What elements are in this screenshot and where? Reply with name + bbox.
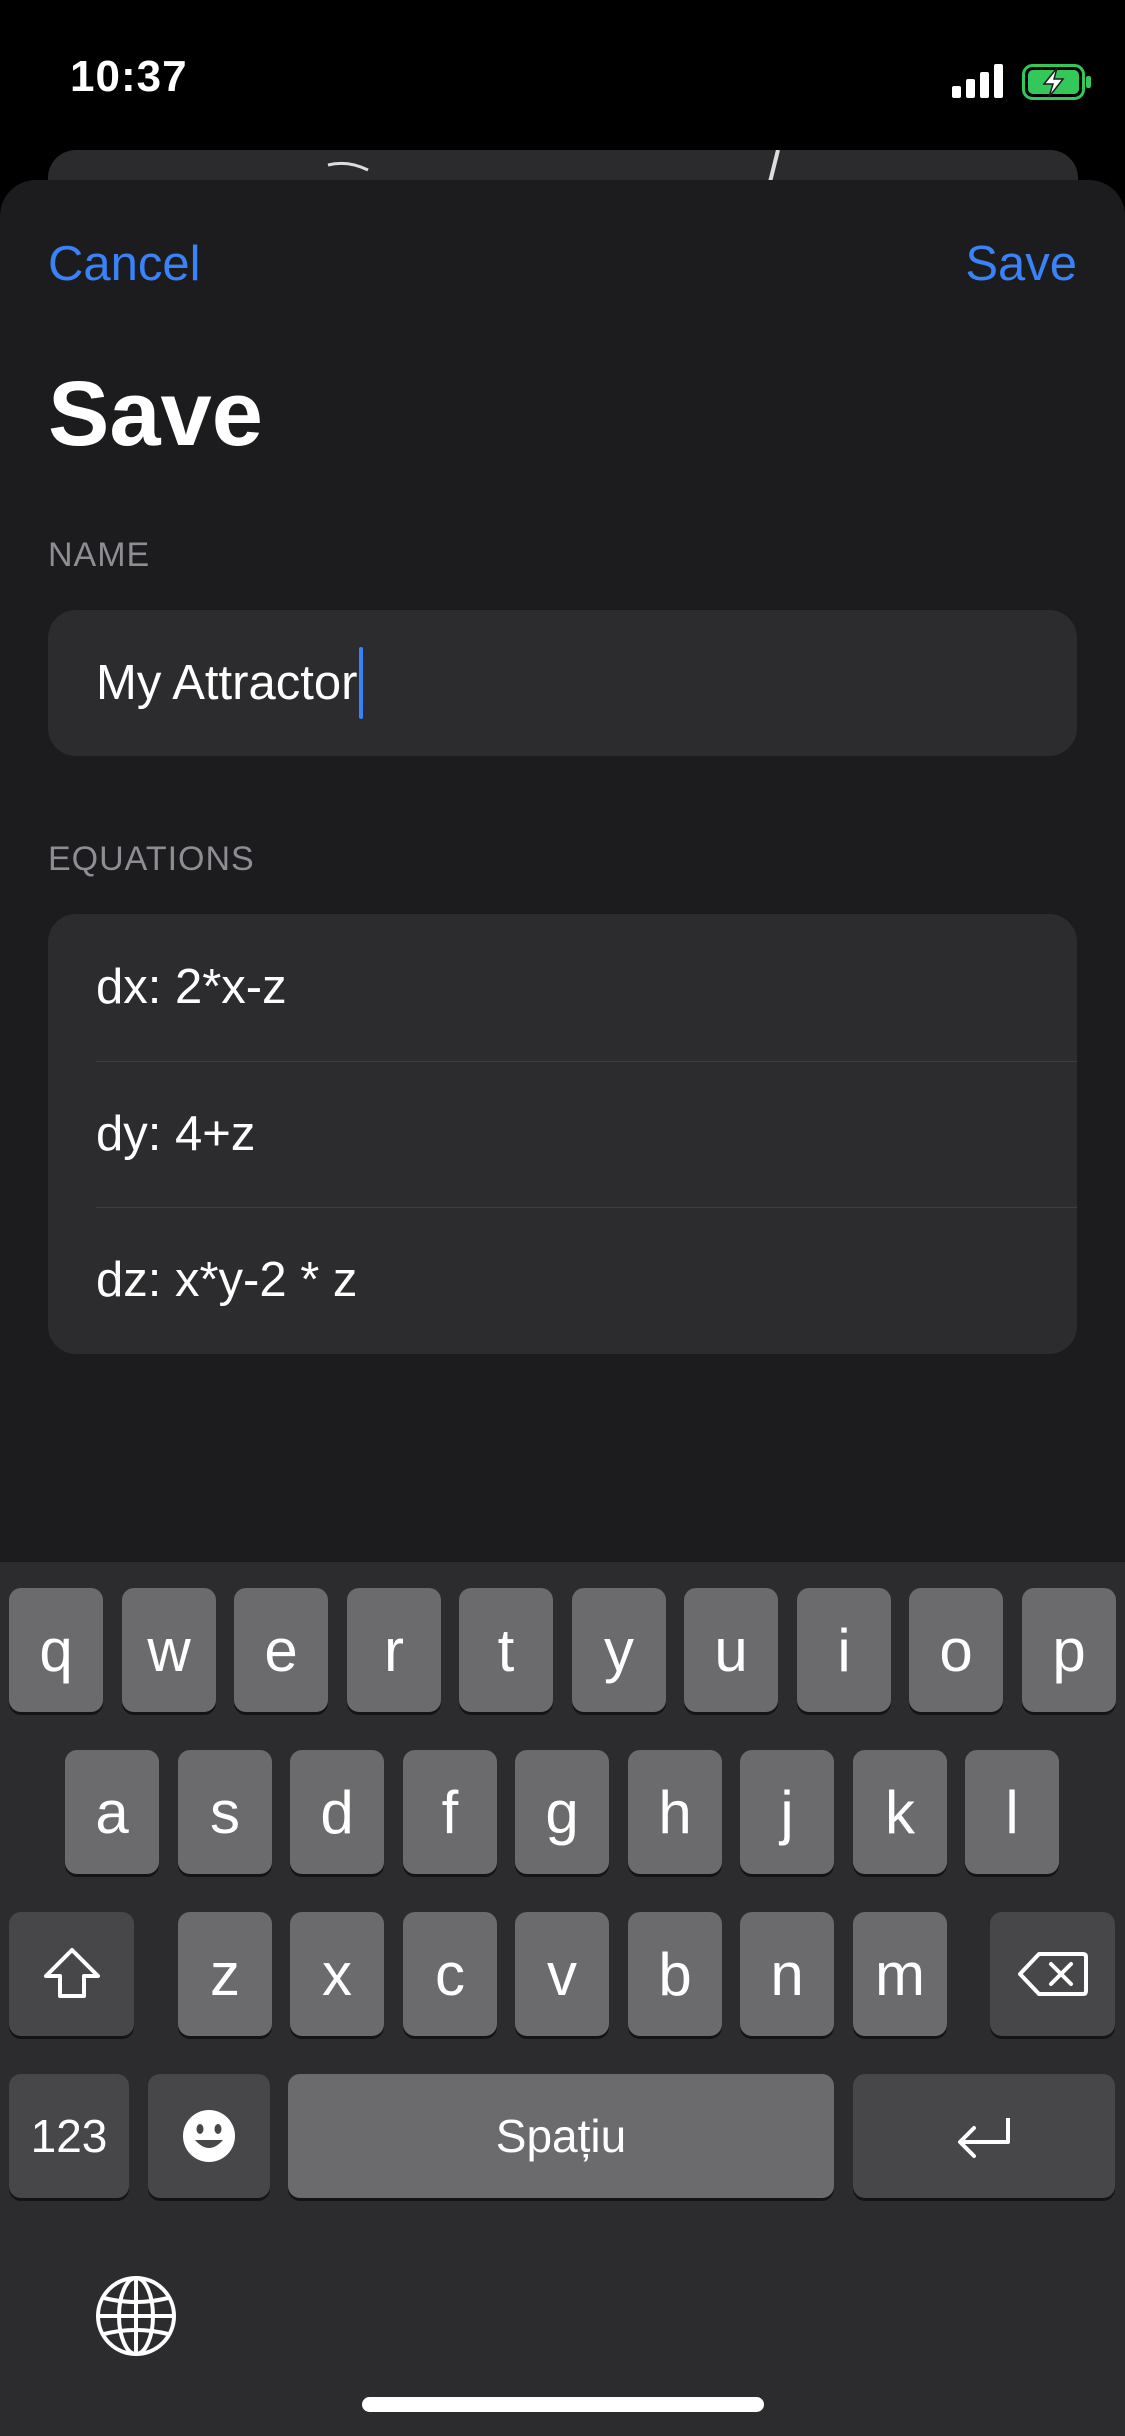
equation-row-dy[interactable]: dy: 4+z — [48, 1060, 1077, 1208]
name-input-value: My Attractor — [96, 656, 358, 710]
key-d[interactable]: d — [290, 1750, 384, 1874]
globe-icon[interactable] — [94, 2274, 178, 2358]
name-section-label: NAME — [48, 536, 151, 574]
key-x[interactable]: x — [290, 1912, 384, 2036]
key-h[interactable]: h — [628, 1750, 722, 1874]
equation-row-dz[interactable]: dz: x*y-2 * z — [48, 1207, 1077, 1354]
equation-row-dx[interactable]: dx: 2*x-z — [48, 914, 1077, 1061]
backspace-key[interactable] — [990, 1912, 1115, 2036]
key-l[interactable]: l — [965, 1750, 1059, 1874]
equations-section-label: EQUATIONS — [48, 840, 255, 878]
key-c[interactable]: c — [403, 1912, 497, 2036]
key-y[interactable]: y — [572, 1588, 666, 1712]
battery-charging-icon — [1022, 64, 1091, 100]
key-o[interactable]: o — [909, 1588, 1003, 1712]
key-j[interactable]: j — [740, 1750, 834, 1874]
cellular-signal-icon — [952, 64, 1003, 98]
home-indicator — [362, 2397, 764, 2412]
status-time: 10:37 — [70, 52, 188, 101]
shift-icon — [43, 1948, 100, 1998]
key-v[interactable]: v — [515, 1912, 609, 2036]
key-m[interactable]: m — [853, 1912, 947, 2036]
space-key[interactable]: Spațiu — [288, 2074, 834, 2198]
return-icon — [958, 2118, 1010, 2158]
name-input[interactable]: My Attractor — [48, 610, 1077, 756]
save-button[interactable]: Save — [965, 236, 1077, 292]
key-g[interactable]: g — [515, 1750, 609, 1874]
emoji-key[interactable] — [148, 2074, 270, 2198]
shift-key[interactable] — [9, 1912, 134, 2036]
space-key-label: Spațiu — [495, 2110, 627, 2162]
status-bar: 10:37 — [0, 0, 1125, 150]
emoji-icon — [183, 2110, 235, 2162]
backspace-icon — [1017, 1952, 1088, 1996]
keyboard: q w e r t y u i o p a s d f g h j k l z … — [0, 1562, 1125, 2436]
key-k[interactable]: k — [853, 1750, 947, 1874]
return-key[interactable] — [853, 2074, 1115, 2198]
key-r[interactable]: r — [347, 1588, 441, 1712]
equations-list: dx: 2*x-z dy: 4+z dz: x*y-2 * z — [48, 914, 1077, 1354]
key-e[interactable]: e — [234, 1588, 328, 1712]
key-t[interactable]: t — [459, 1588, 553, 1712]
text-cursor — [359, 647, 364, 719]
key-q[interactable]: q — [9, 1588, 103, 1712]
key-f[interactable]: f — [403, 1750, 497, 1874]
key-s[interactable]: s — [178, 1750, 272, 1874]
key-w[interactable]: w — [122, 1588, 216, 1712]
key-n[interactable]: n — [740, 1912, 834, 2036]
numbers-key-label: 123 — [30, 2110, 108, 2162]
key-u[interactable]: u — [684, 1588, 778, 1712]
cancel-button[interactable]: Cancel — [48, 236, 201, 292]
key-b[interactable]: b — [628, 1912, 722, 2036]
page-title: Save — [48, 363, 263, 465]
key-p[interactable]: p — [1022, 1588, 1116, 1712]
key-i[interactable]: i — [797, 1588, 891, 1712]
key-a[interactable]: a — [65, 1750, 159, 1874]
key-z[interactable]: z — [178, 1912, 272, 2036]
numbers-key[interactable]: 123 — [9, 2074, 129, 2198]
